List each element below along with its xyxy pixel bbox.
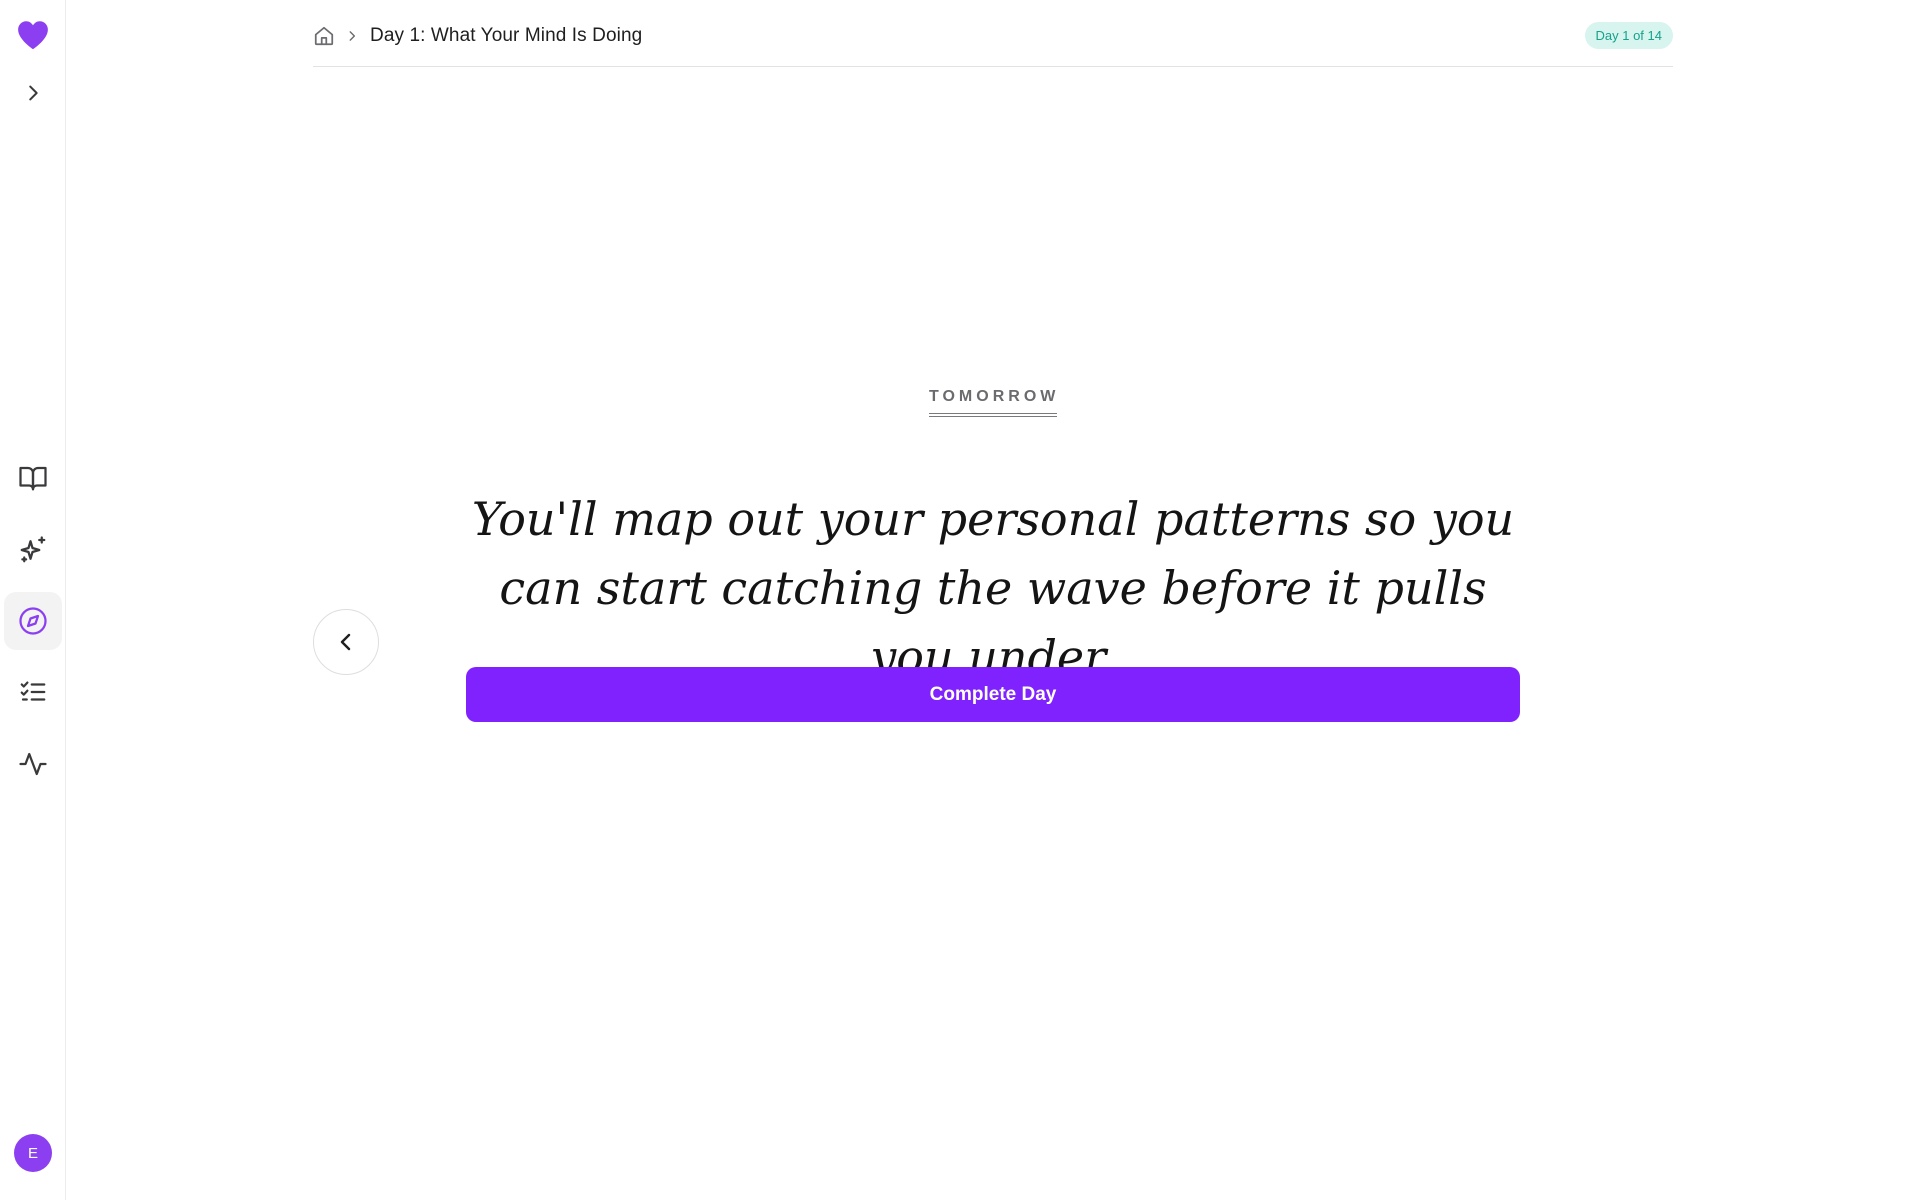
user-avatar[interactable]: E [14, 1134, 52, 1172]
previous-button[interactable] [313, 609, 379, 675]
section-kicker: TOMORROW [929, 388, 1057, 417]
chevron-right-icon[interactable] [4, 64, 62, 122]
sidebar: E [0, 0, 66, 1200]
breadcrumb: Day 1: What Your Mind Is Doing [313, 22, 642, 50]
sparkles-icon[interactable] [4, 521, 62, 579]
top-header: Day 1: What Your Mind Is Doing Day 1 of … [313, 0, 1673, 67]
breadcrumb-current-page: Day 1: What Your Mind Is Doing [370, 25, 643, 46]
app-root: E Day 1: What Your Mind Is Doing Day 1 o… [0, 0, 1920, 1200]
compass-icon[interactable] [4, 592, 62, 650]
chevron-right-icon [345, 29, 359, 43]
activity-icon[interactable] [4, 735, 62, 793]
list-checks-icon[interactable] [4, 663, 62, 721]
book-open-icon[interactable] [4, 449, 62, 507]
day-progress-badge: Day 1 of 14 [1584, 22, 1673, 49]
home-icon[interactable] [313, 25, 335, 47]
heart-logo-icon[interactable] [4, 6, 62, 64]
complete-day-button[interactable]: Complete Day [466, 667, 1520, 722]
chevron-left-icon [334, 630, 358, 654]
tomorrow-preview-text: You'll map out your personal patterns so… [471, 492, 1515, 684]
